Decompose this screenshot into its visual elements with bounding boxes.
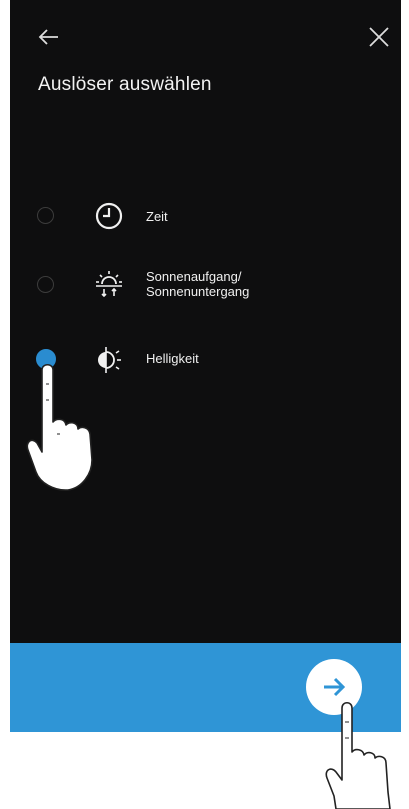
option-helligkeit[interactable]: Helligkeit <box>10 340 401 380</box>
app-screen: Auslöser auswählen Zeit Sonnenaufgang/ S… <box>10 0 401 643</box>
next-button[interactable] <box>306 659 362 715</box>
radio-zeit[interactable] <box>37 207 54 224</box>
option-label-sonnenaufgang: Sonnenaufgang/ Sonnenuntergang <box>146 269 250 299</box>
clock-icon <box>95 202 123 230</box>
option-label-zeit: Zeit <box>146 209 168 224</box>
arrow-right-icon <box>324 677 346 697</box>
option-sonnenaufgang[interactable]: Sonnenaufgang/ Sonnenuntergang <box>10 263 401 307</box>
sunrise-sunset-icon <box>96 271 122 298</box>
page-title: Auslöser auswählen <box>38 74 212 95</box>
brightness-icon <box>98 347 121 373</box>
radio-sonnenaufgang[interactable] <box>37 276 54 293</box>
close-icon[interactable] <box>366 24 392 50</box>
radio-helligkeit[interactable] <box>36 349 56 369</box>
option-label-helligkeit: Helligkeit <box>146 351 199 366</box>
option-zeit[interactable]: Zeit <box>10 196 401 236</box>
arrow-left-icon[interactable] <box>36 24 62 50</box>
